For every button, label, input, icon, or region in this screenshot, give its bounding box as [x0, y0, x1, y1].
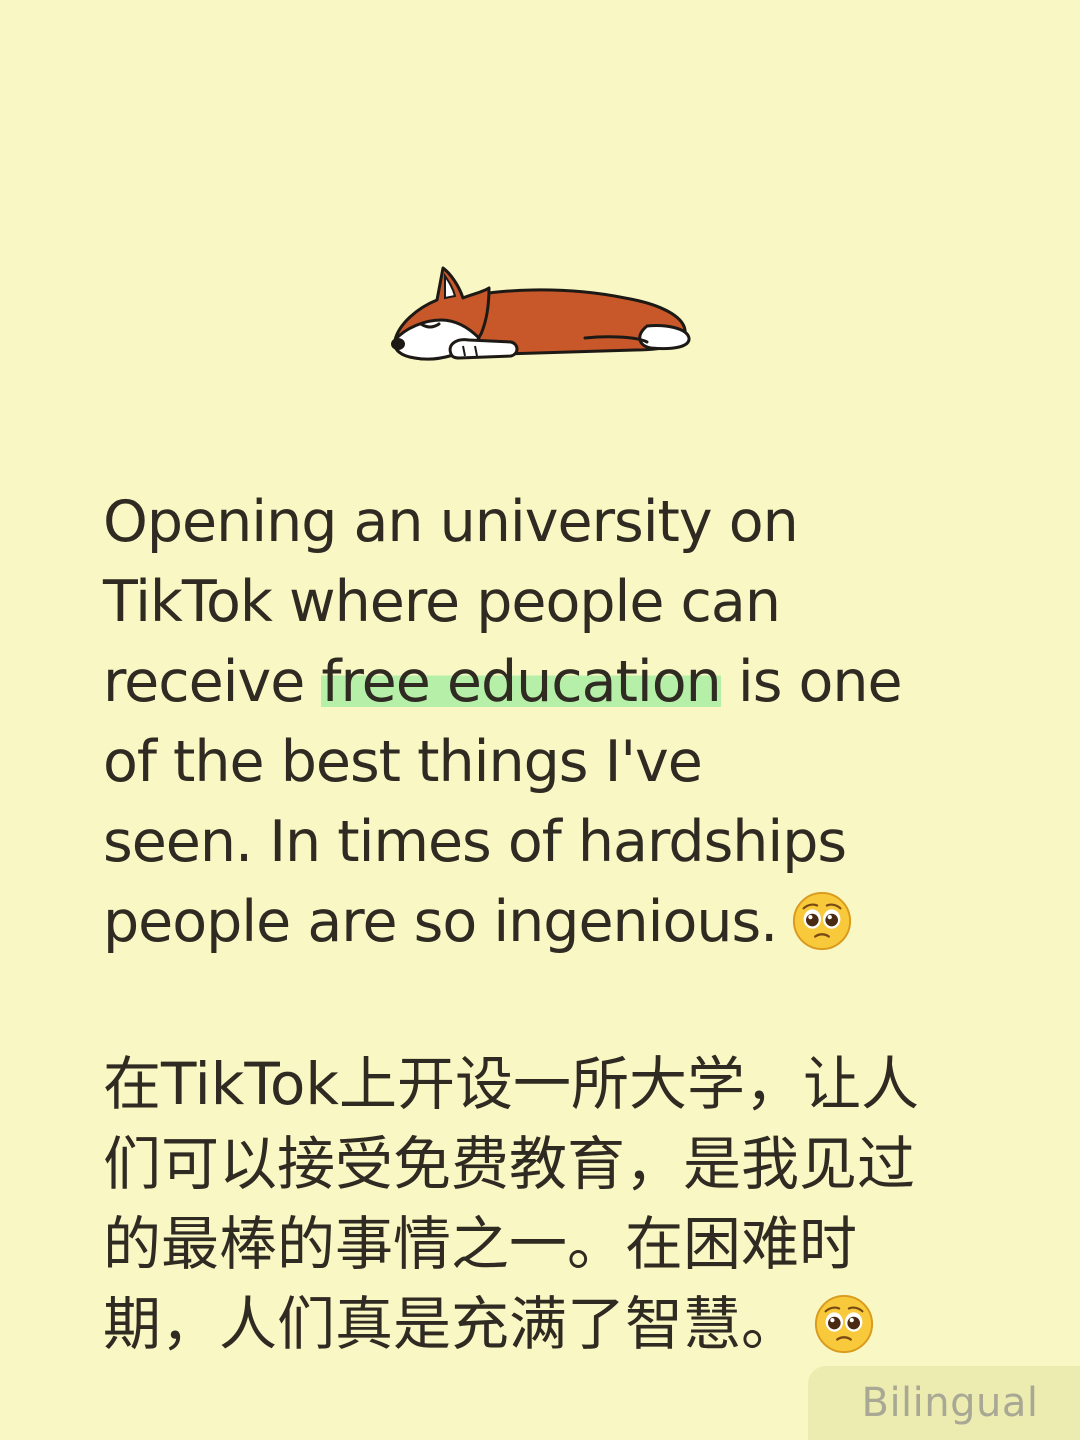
- chinese-paragraph: 在TikTok上开设一所大学，让人 们可以接受免费教育，是我见过 的最棒的事情之…: [103, 1044, 1003, 1364]
- english-line-6-text: people are so ingenious.: [103, 889, 778, 955]
- highlighted-phrase: free education: [321, 649, 722, 715]
- pleading-face-emoji-icon: [793, 892, 852, 951]
- sleeping-corgi-icon: [391, 266, 691, 361]
- chinese-line-4-text: 期，人们真是充满了智慧。: [103, 1290, 800, 1358]
- chinese-line-3: 的最棒的事情之一。在困难时: [103, 1210, 858, 1278]
- english-line-3-end: is one: [720, 649, 903, 715]
- english-line-5: seen. In times of hardships: [103, 809, 847, 875]
- chinese-line-1: 在TikTok上开设一所大学，让人: [103, 1050, 919, 1118]
- chinese-line-4: 期，人们真是充满了智慧。: [103, 1284, 1003, 1364]
- english-line-6: people are so ingenious.: [103, 882, 1003, 962]
- pleading-face-emoji-icon: [814, 1294, 874, 1353]
- chinese-line-2: 们可以接受免费教育，是我见过: [103, 1130, 916, 1198]
- bilingual-badge[interactable]: Bilingual: [808, 1366, 1080, 1440]
- english-line-3-start: receive: [103, 649, 322, 715]
- english-line-3: receive free education is one: [103, 642, 1003, 722]
- english-line-4: of the best things I've: [103, 729, 703, 795]
- english-line-2: TikTok where people can: [103, 569, 781, 635]
- bilingual-badge-label: Bilingual: [861, 1380, 1039, 1426]
- english-paragraph: Opening an university on TikTok where pe…: [103, 482, 1003, 962]
- english-line-1: Opening an university on: [103, 489, 799, 555]
